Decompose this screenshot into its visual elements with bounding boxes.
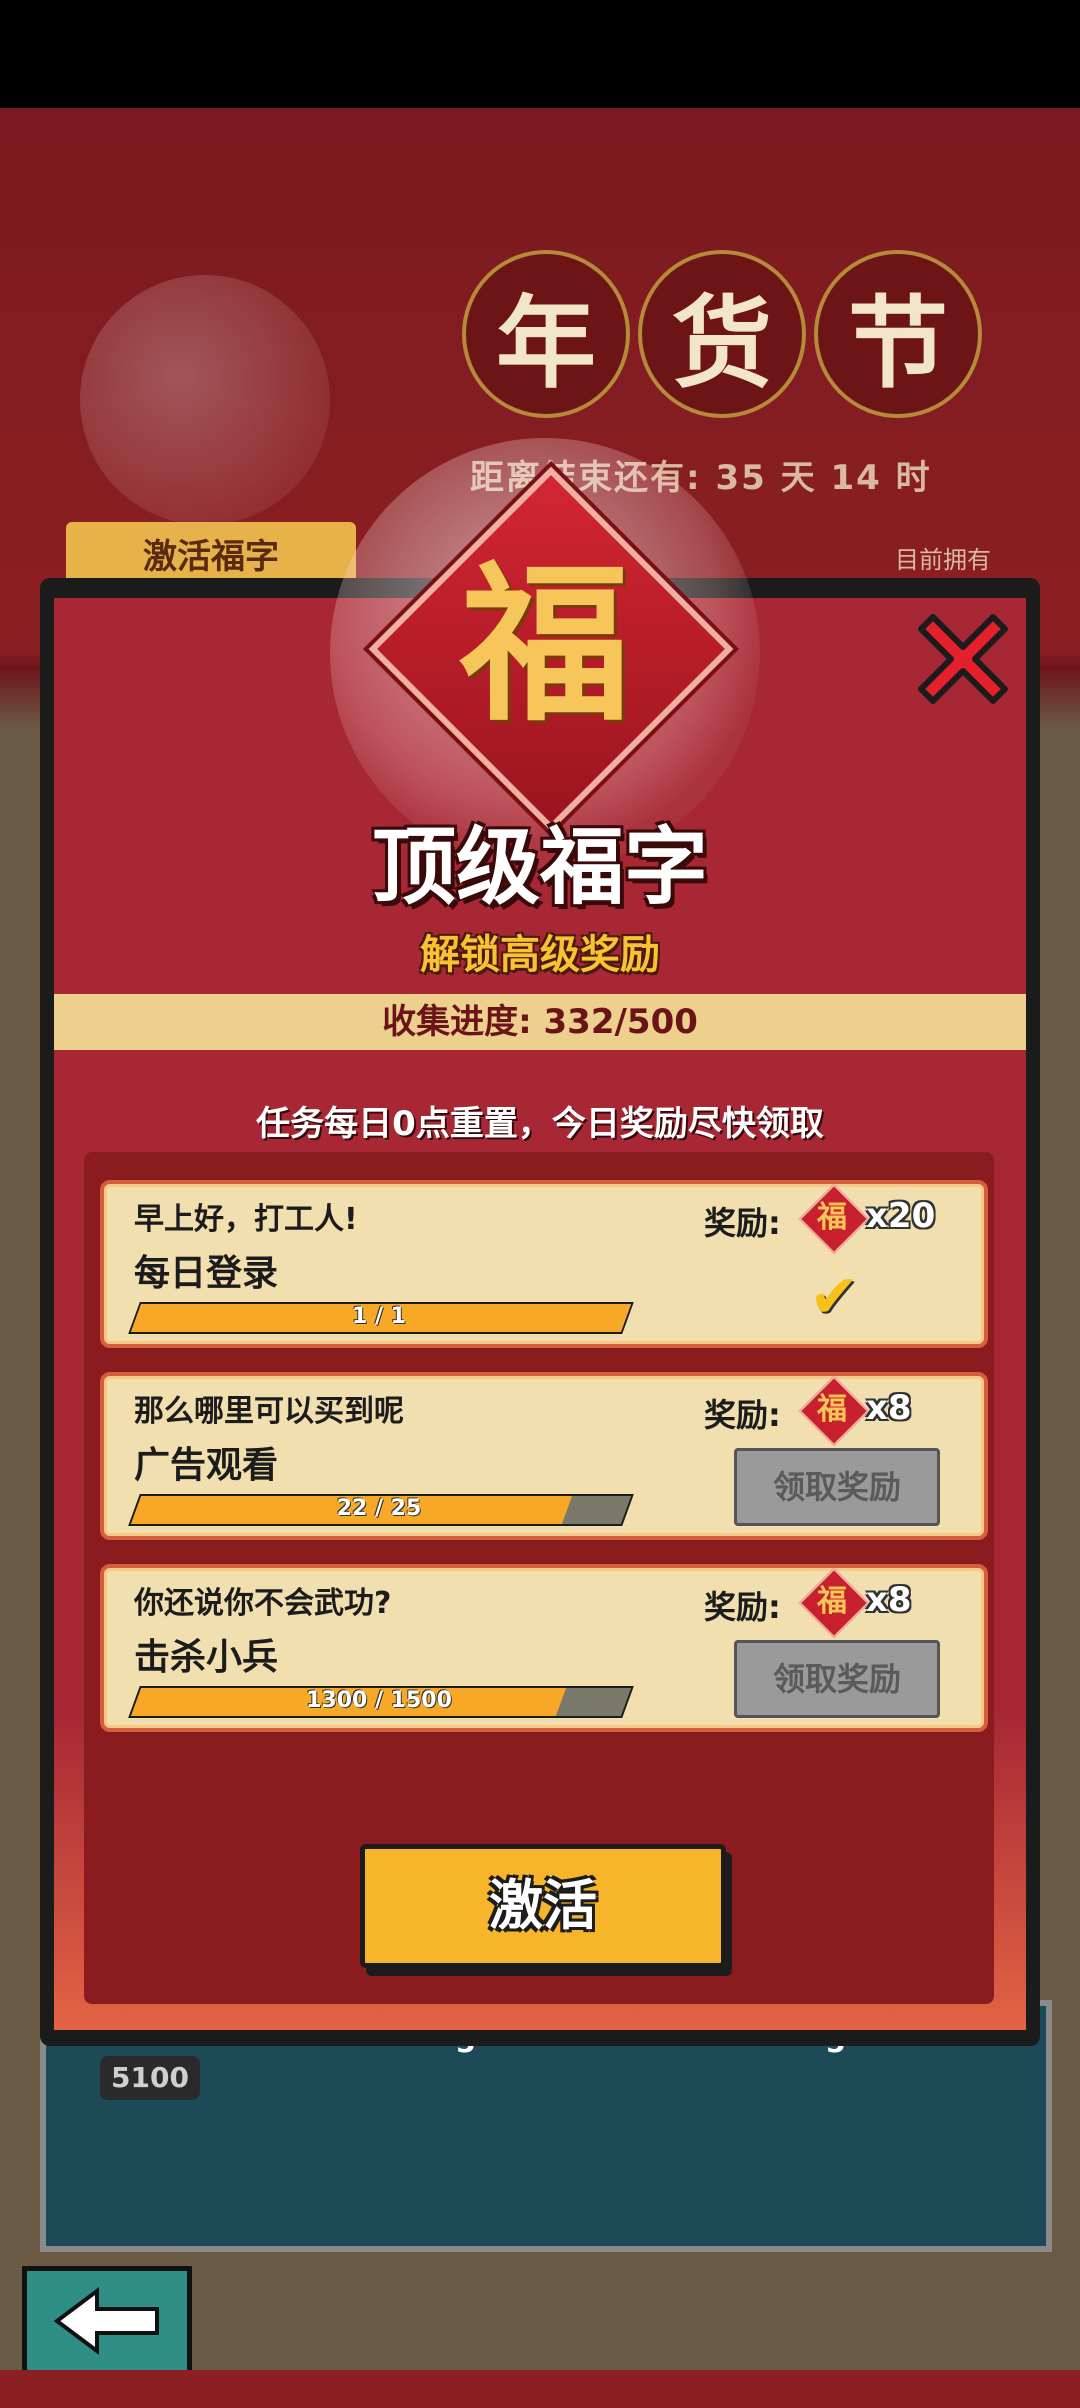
reward-char: 福 bbox=[817, 1200, 847, 1235]
reward-label: 奖励: bbox=[704, 1204, 781, 1242]
collection-progress: 收集进度: 332/500 bbox=[54, 994, 1026, 1050]
festival-char-2: 货 bbox=[638, 250, 806, 418]
festival-char-3: 节 bbox=[814, 250, 982, 418]
task-name: 每日登录 bbox=[134, 1253, 279, 1294]
close-button[interactable] bbox=[908, 602, 1018, 712]
reward-count: x8 bbox=[866, 1580, 912, 1620]
reward-label: 奖励: bbox=[704, 1588, 781, 1626]
back-arrow-icon bbox=[53, 2287, 159, 2355]
reward-count: x8 bbox=[866, 1388, 912, 1428]
timer-value: 35 天 14 时 bbox=[715, 458, 932, 498]
task-description: 那么哪里可以买到呢 bbox=[134, 1394, 404, 1429]
status-bar bbox=[0, 0, 1080, 108]
task-name: 广告观看 bbox=[134, 1445, 279, 1486]
claim-reward-button[interactable]: 领取奖励 bbox=[734, 1640, 940, 1718]
close-icon bbox=[918, 614, 1008, 704]
task-progress-text: 1 / 1 bbox=[352, 1304, 406, 1329]
task-name: 击杀小兵 bbox=[134, 1637, 279, 1678]
task-progress-text: 22 / 25 bbox=[336, 1496, 422, 1521]
background-fu-orb bbox=[80, 275, 330, 525]
back-button[interactable] bbox=[22, 2266, 192, 2376]
task-ad-watch: 那么哪里可以买到呢 广告观看 22 / 25 奖励: 福 x8 领取奖励 bbox=[100, 1372, 988, 1540]
reward-char: 福 bbox=[817, 1584, 847, 1619]
panel-title: 顶级福字 bbox=[371, 818, 708, 916]
task-description: 你还说你不会武功? bbox=[134, 1586, 392, 1621]
activate-button[interactable]: 激活 bbox=[360, 1844, 726, 1968]
bottom-decoration bbox=[0, 2370, 1080, 2408]
fu-character: 福 bbox=[459, 545, 630, 745]
claim-reward-button[interactable]: 领取奖励 bbox=[734, 1448, 940, 1526]
reward-count: x20 bbox=[866, 1196, 936, 1236]
festival-char-1: 年 bbox=[462, 250, 630, 418]
task-description: 早上好，打工人! bbox=[134, 1202, 358, 1237]
task-daily-login: 早上好，打工人! 每日登录 1 / 1 奖励: 福 x20 ✔ bbox=[100, 1180, 988, 1348]
reward-char: 福 bbox=[817, 1392, 847, 1427]
reset-notice: 任务每日0点重置，今日奖励尽快领取 bbox=[256, 1104, 824, 1144]
task-progress-text: 1300 / 1500 bbox=[306, 1688, 452, 1713]
owned-label: 目前拥有 bbox=[895, 546, 991, 574]
track-milestone: 5100 bbox=[100, 2056, 200, 2100]
task-kill-minions: 你还说你不会武功? 击杀小兵 1300 / 1500 奖励: 福 x8 领取奖励 bbox=[100, 1564, 988, 1732]
checkmark-icon: ✔ bbox=[809, 1262, 860, 1332]
panel-subtitle: 解锁高级奖励 bbox=[420, 932, 660, 978]
reward-label: 奖励: bbox=[704, 1396, 781, 1434]
